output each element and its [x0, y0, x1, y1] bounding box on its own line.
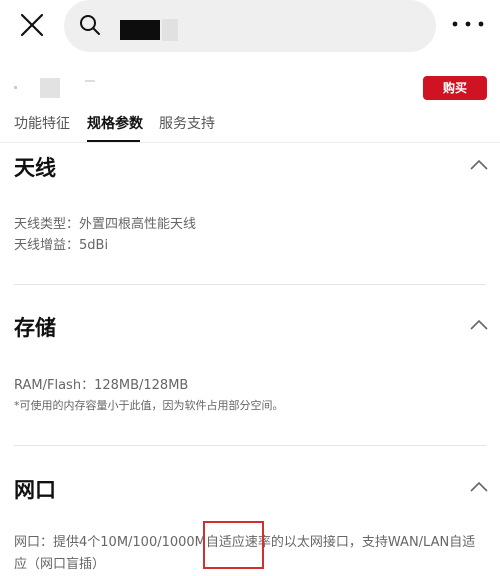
search-icon	[80, 15, 100, 35]
section-divider	[14, 445, 486, 446]
section-divider	[14, 284, 486, 285]
product-strip: 购买	[0, 52, 500, 102]
top-bar	[0, 0, 500, 52]
spec-line: 天线增益：5dBi	[14, 238, 109, 253]
product-thumbnail	[40, 78, 60, 98]
tab-service-support[interactable]: 服务支持	[159, 113, 215, 133]
section-title: 网口	[14, 478, 56, 502]
chevron-up-icon[interactable]	[470, 482, 488, 492]
annotation-highlight-box	[203, 521, 264, 569]
product-thumbnail-fragment	[14, 86, 17, 89]
tab-specifications[interactable]: 规格参数	[87, 113, 143, 133]
spec-footnote: *可使用的内存容量小于此值，因为软件占用部分空间。	[14, 399, 284, 412]
section-title: 存储	[14, 316, 56, 340]
section-title: 天线	[14, 156, 56, 180]
tab-features[interactable]: 功能特征	[14, 113, 70, 133]
redacted-search-text-fade	[162, 19, 178, 41]
spec-line: RAM/Flash：128MB/128MB	[14, 378, 189, 393]
close-icon[interactable]	[18, 11, 46, 39]
redacted-search-text	[120, 20, 160, 40]
chevron-up-icon[interactable]	[470, 160, 488, 170]
more-horizontal-icon[interactable]	[450, 16, 486, 32]
product-name-fragment	[85, 80, 95, 82]
chevron-up-icon[interactable]	[470, 320, 488, 330]
section-antenna: 天线 天线类型：外置四根高性能天线 天线增益：5dBi	[0, 142, 500, 286]
section-storage: 存储 RAM/Flash：128MB/128MB *可使用的内存容量小于此值，因…	[0, 300, 500, 448]
buy-button[interactable]: 购买	[423, 76, 487, 100]
spec-line: 天线类型：外置四根高性能天线	[14, 217, 197, 232]
search-input[interactable]	[64, 0, 436, 52]
tab-bar: 功能特征 规格参数 服务支持	[0, 104, 500, 143]
